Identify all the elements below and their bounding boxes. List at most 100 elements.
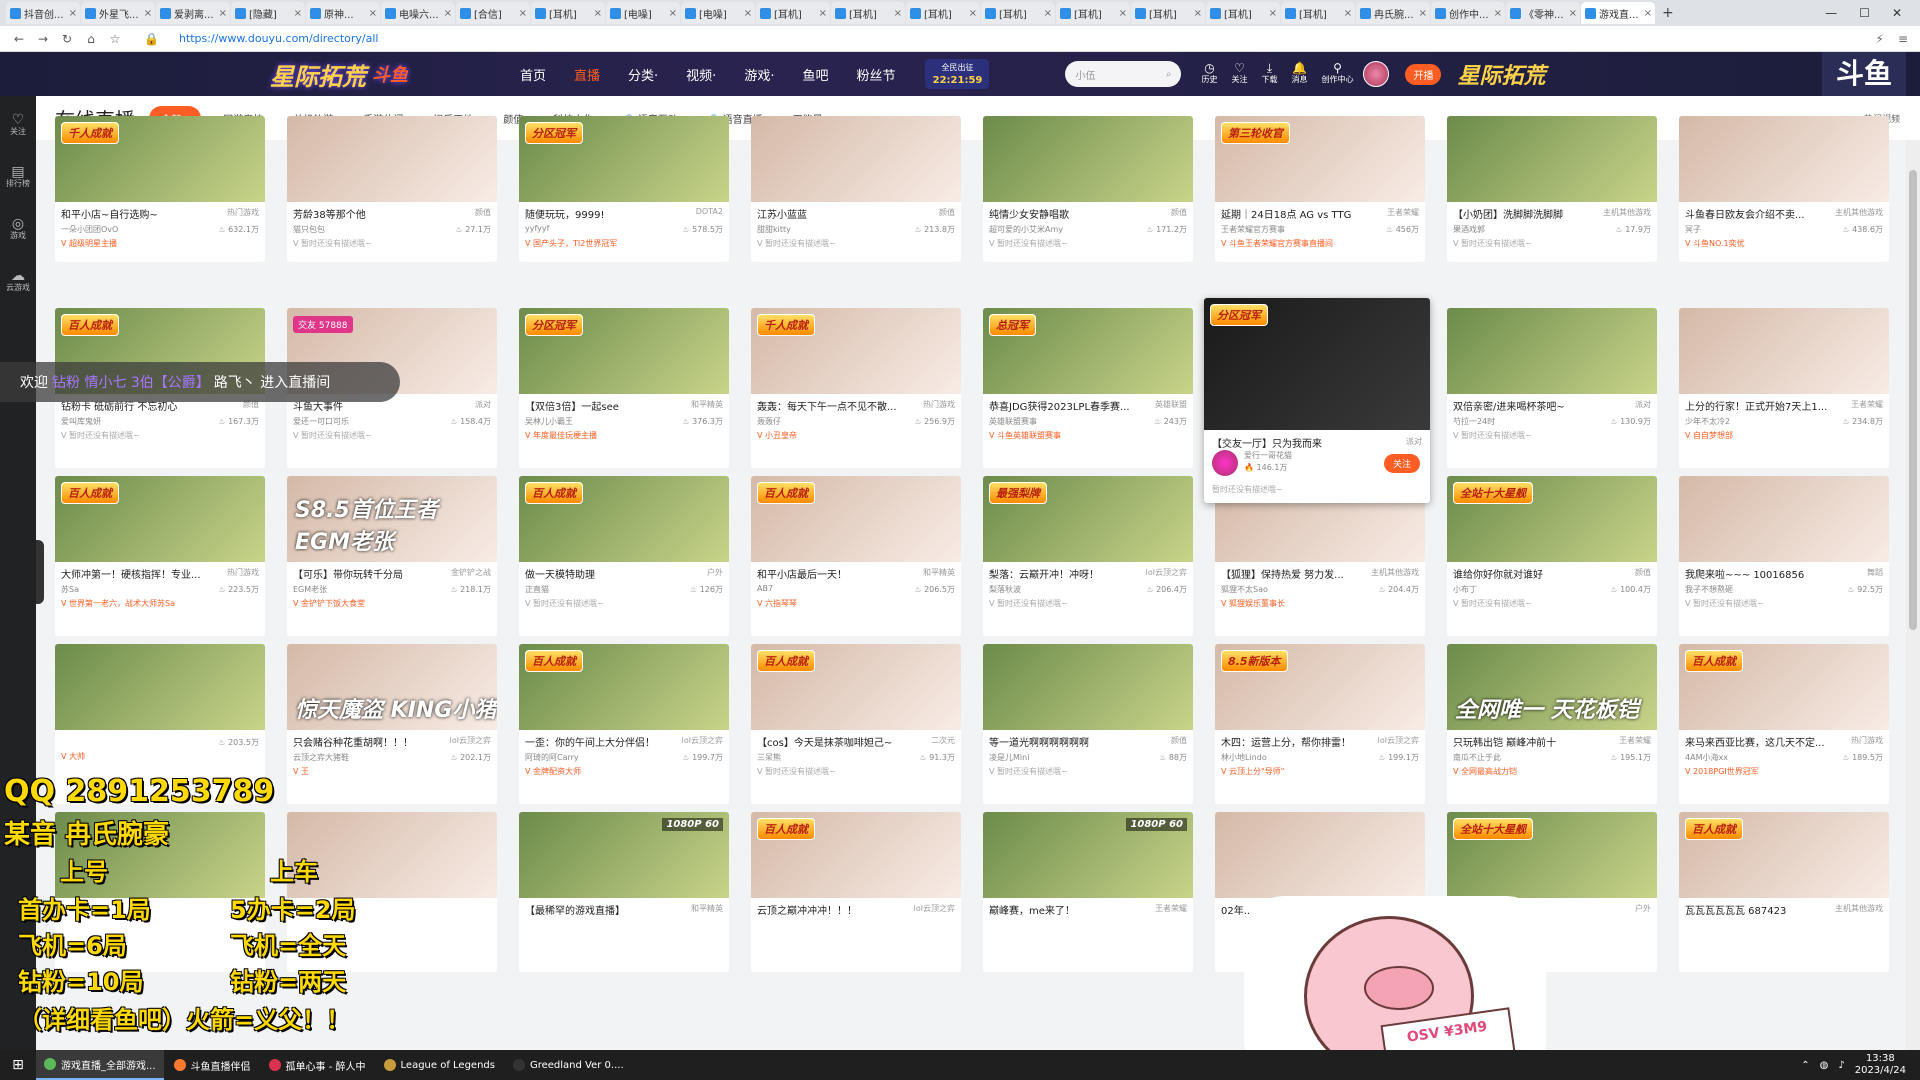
close-icon[interactable]: × (1119, 8, 1127, 19)
card-category[interactable]: 户外 (1632, 903, 1651, 914)
card-category[interactable]: lol云顶之弈 (446, 735, 491, 746)
stream-card[interactable]: 百人成就 做一天模特助理 户外 正直猫 ♨ 126万 V 暂时还没有描述哦~ (519, 476, 729, 636)
card-category[interactable]: 户外 (704, 567, 723, 578)
anchor-name[interactable]: 爱叫库鬼妍 (61, 416, 101, 427)
stream-card[interactable]: 百人成就 【cos】今天是抹茶咖啡妲己~ 二次元 三呆熊 ♨ 91.3万 V 暂时还没有描… (751, 644, 961, 804)
stream-card[interactable]: 8.5新版本 木四：运营上分，帮你排雷！ lol云顶之弈 林小地Lindo ♨ 199.… (1215, 644, 1425, 804)
card-category[interactable]: 和平精英 (920, 567, 955, 578)
hover-avatar[interactable] (1212, 450, 1238, 476)
anchor-name[interactable]: 超可爱的小艾米Amy (989, 224, 1063, 235)
search-icon[interactable]: ⌕ (1166, 69, 1172, 80)
card-category[interactable]: 王者荣耀 (1848, 399, 1883, 410)
nav-item[interactable]: 鱼吧 (802, 65, 828, 84)
stream-thumbnail[interactable]: 惊天魔盗 KING小猪 (287, 644, 497, 730)
anchor-name[interactable]: AB7 (757, 584, 773, 595)
stream-thumbnail[interactable] (55, 644, 265, 730)
card-category[interactable]: lol云顶之弈 (1142, 567, 1187, 578)
sidebar-item-cloud-game[interactable]: ☁ 云游戏 (6, 269, 30, 294)
anchor-name[interactable]: 林小地Lindo (1221, 752, 1267, 763)
card-category[interactable]: 和平精英 (688, 903, 723, 914)
close-icon[interactable]: × (1569, 8, 1577, 19)
stream-card[interactable]: 斗鱼春日欧友会介绍不卖... 主机其他游戏 冥子 ♨ 438.6万 V 斗鱼NO.1奕优 (1679, 116, 1889, 262)
stream-thumbnail[interactable]: 千人成就 (55, 116, 265, 202)
stream-card[interactable]: 上分的行家！正式开始7天上1... 王者荣耀 少年不太冷2 ♨ 234.8万 V 自自梦… (1679, 308, 1889, 468)
stream-card[interactable]: 等一道光啊啊啊啊啊啊 颜值 凌是儿Mini ♨ 88万 V 暂时还没有描述哦~ (983, 644, 1193, 804)
stream-thumbnail[interactable]: 百人成就 (1679, 644, 1889, 730)
close-icon[interactable]: × (1419, 8, 1427, 19)
anchor-name[interactable]: 小布丁 (1453, 584, 1477, 595)
browser-tab[interactable]: [耳机] × (1131, 2, 1205, 24)
stream-thumbnail[interactable] (1447, 116, 1657, 202)
stream-thumbnail[interactable]: 最强梨牌 (983, 476, 1193, 562)
header-pin-button[interactable]: ⚲ 创作中心 (1321, 62, 1353, 85)
anchor-name[interactable]: 冥子 (1685, 224, 1701, 235)
taskbar-item[interactable]: 斗鱼直播伴侣 (166, 1050, 259, 1080)
stream-card[interactable]: 【小奶团】洗脚脚洗脚脚 主机其他游戏 果酒戏郭 ♨ 17.9万 V 暂时还没有描述哦~ (1447, 116, 1657, 262)
stream-thumbnail[interactable] (1215, 812, 1425, 898)
stream-card[interactable]: 芳龄38等那个他 颜值 猫只包包 ♨ 27.1万 V 暂时还没有描述哦~ (287, 116, 497, 262)
stream-thumbnail[interactable]: 千人成就 (751, 308, 961, 394)
stream-thumbnail[interactable] (1679, 308, 1889, 394)
close-icon[interactable]: × (69, 8, 77, 19)
open-live-button[interactable]: 开播 (1405, 63, 1442, 85)
stream-thumbnail[interactable]: 第三轮收官 (1215, 116, 1425, 202)
hover-card[interactable]: 分区冠军 【交友一厅】只为我而来 派对 爱行一哥花猫 🔥 146.1万 关注 暂时… (1204, 298, 1430, 503)
stream-card[interactable]: 全网唯一 天花板铠 只玩韩出铠 巅峰冲前十 王者荣耀 南瓜不止于此 ♨ 195.1万 V … (1447, 644, 1657, 804)
close-icon[interactable]: × (1344, 8, 1352, 19)
stream-card[interactable]: 最强梨牌 梨落：云巅开冲！冲呀！ lol云顶之弈 梨落秋波 ♨ 206.4万 V 暂时还没… (983, 476, 1193, 636)
sidebar-item-rank[interactable]: ▤ 排行榜 (6, 165, 30, 190)
stream-thumbnail[interactable]: 百人成就 (519, 644, 729, 730)
stream-thumbnail[interactable]: 分区冠军 (519, 308, 729, 394)
browser-tab[interactable]: [耳机] × (906, 2, 980, 24)
browser-tab[interactable]: [合信] × (456, 2, 530, 24)
nav-item[interactable]: 视频· (686, 65, 716, 84)
stream-card[interactable]: 百人成就 和平小店最后一天！ 和平精英 AB7 ♨ 206.5万 V 六指琴琴 (751, 476, 961, 636)
minimize-icon[interactable]: — (1825, 6, 1837, 20)
anchor-name[interactable]: 猫只包包 (293, 224, 325, 235)
logo[interactable]: 星际拓荒 斗鱼 (270, 52, 520, 96)
stream-card[interactable]: 江苏小蓝蓝 颜值 甜甜kitty ♨ 213.8万 V 暂时还没有描述哦~ (751, 116, 961, 262)
clock[interactable]: 13:38 2023/4/24 (1855, 1053, 1906, 1077)
anchor-name[interactable]: 王者荣耀官方赛事 (1221, 224, 1285, 235)
card-category[interactable]: 和平精英 (688, 399, 723, 410)
close-icon[interactable]: × (744, 8, 752, 19)
stream-card[interactable]: 百人成就 瓦瓦瓦瓦瓦瓦 687423 主机其他游戏 (1679, 812, 1889, 972)
anchor-name[interactable]: 少年不太冷2 (1685, 416, 1730, 427)
windows-start-icon[interactable]: ⊞ (0, 1057, 36, 1073)
close-icon[interactable]: × (144, 8, 152, 19)
anchor-name[interactable]: 一朵小团团OvO (61, 224, 118, 235)
anchor-name[interactable]: 南瓜不止于此 (1453, 752, 1501, 763)
stream-thumbnail[interactable] (1679, 116, 1889, 202)
stream-thumbnail[interactable]: 百人成就 (519, 476, 729, 562)
stream-thumbnail[interactable]: 百人成就 (1679, 812, 1889, 898)
browser-tab[interactable]: [耳机] × (831, 2, 905, 24)
card-category[interactable]: 英雄联盟 (1152, 399, 1187, 410)
browser-tab[interactable]: 电噪六... × (381, 2, 455, 24)
close-icon[interactable]: × (219, 8, 227, 19)
anchor-name[interactable]: 三呆熊 (757, 752, 781, 763)
stream-thumbnail[interactable]: 总冠军 (983, 308, 1193, 394)
stream-card[interactable]: 1080P 60 【最稀罕的游戏直播】 和平精英 (519, 812, 729, 972)
anchor-name[interactable]: 苏Sa (61, 584, 79, 595)
countdown-badge[interactable]: 全民出征 22:21:59 (925, 59, 990, 89)
close-icon[interactable]: × (1644, 8, 1652, 19)
stream-thumbnail[interactable]: 分区冠军 (519, 116, 729, 202)
taskbar-item[interactable]: 游戏直播_全部游戏... (36, 1050, 164, 1080)
stream-card[interactable]: 百人成就 云顶之巅冲冲冲！！！ lol云顶之弈 (751, 812, 961, 972)
url-field[interactable]: https://www.douyu.com/directory/all (179, 32, 379, 45)
stream-card[interactable]: 总冠军 恭喜JDG获得2023LPL春季赛... 英雄联盟 英雄联盟赛事 ♨ 243万 V… (983, 308, 1193, 468)
close-window-icon[interactable]: ✕ (1892, 6, 1902, 20)
header-heart-button[interactable]: ♡ 关注 (1231, 62, 1247, 85)
browser-tab[interactable]: 爱剥离... × (156, 2, 230, 24)
anchor-name[interactable]: 我子不想熬砸 (1685, 584, 1733, 595)
card-category[interactable]: 颜值 (472, 207, 491, 218)
card-category[interactable]: lol云顶之弈 (678, 735, 723, 746)
stream-thumbnail[interactable]: S8.5首位王者 EGM老张 (287, 476, 497, 562)
close-icon[interactable]: × (519, 8, 527, 19)
stream-card[interactable]: 分区冠军 【双倍3倍】一起see 和平精英 吴林儿小霸王 ♨ 376.3万 V 年度最佳玩… (519, 308, 729, 468)
anchor-name[interactable]: 梨落秋波 (989, 584, 1021, 595)
stream-card[interactable]: 王者荣耀♨ 203.5万V 大帅 (55, 644, 265, 804)
close-icon[interactable]: × (1269, 8, 1277, 19)
search-input[interactable]: 小伍 (1075, 67, 1095, 82)
stream-card[interactable]: 全站十大星舰 谁给你好你就对谁好 颜值 小布丁 ♨ 100.4万 V 暂时还没有描述哦~ (1447, 476, 1657, 636)
